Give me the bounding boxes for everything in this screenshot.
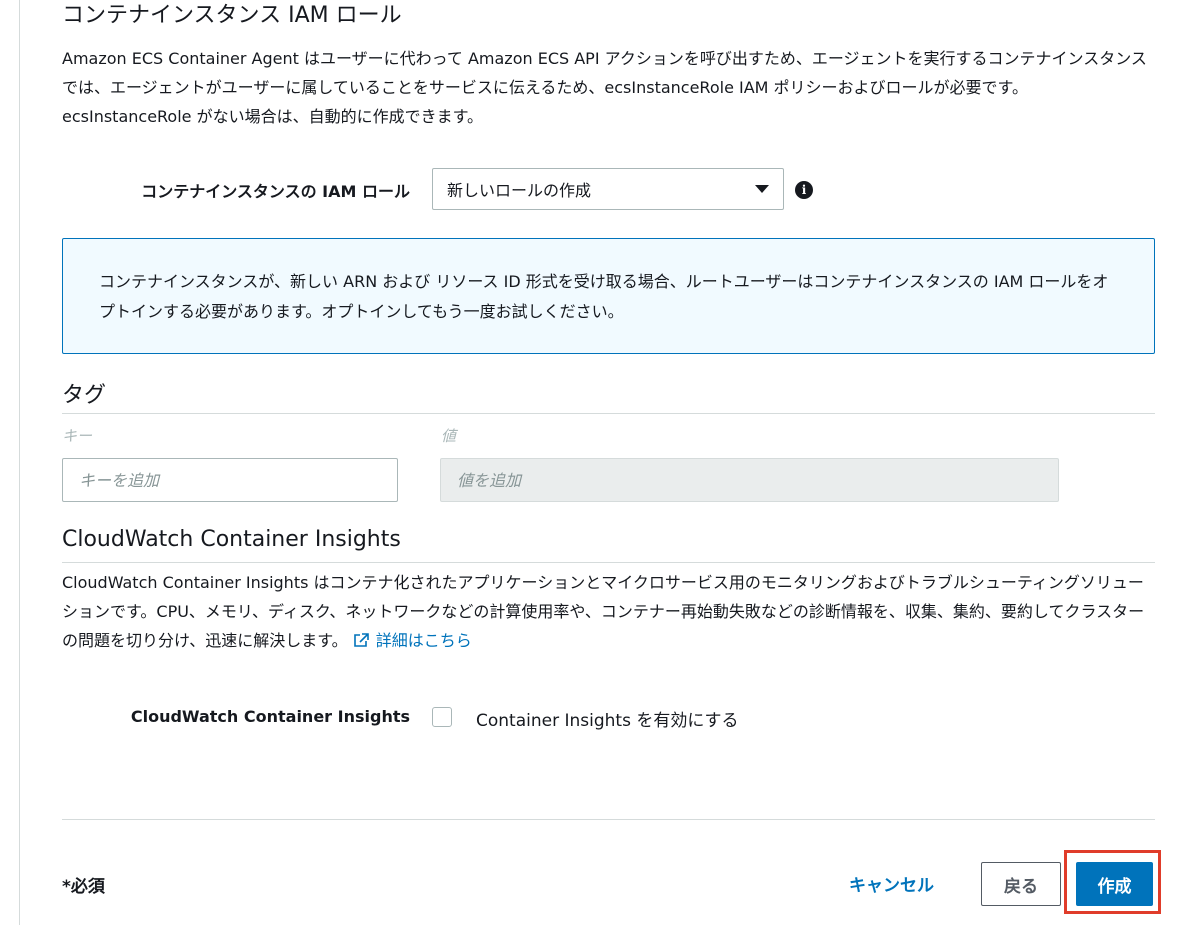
insights-field-label: CloudWatch Container Insights (130, 707, 410, 726)
create-button[interactable]: 作成 (1076, 862, 1153, 906)
iam-section-description: Amazon ECS Container Agent はユーザーに代わって Am… (62, 49, 1147, 126)
back-button[interactable]: 戻る (981, 862, 1061, 906)
caret-down-icon (755, 185, 769, 193)
external-link-icon (353, 633, 369, 647)
insights-divider (62, 562, 1155, 563)
tags-value-column-label: 値 (441, 427, 457, 445)
arn-opt-in-alert: コンテナインスタンスが、新しい ARN および リソース ID 形式を受け取る場… (62, 238, 1155, 354)
enable-insights-label[interactable]: Container Insights を有効にする (476, 706, 739, 731)
iam-role-field-label: コンテナインスタンスの IAM ロール (141, 182, 410, 201)
alert-text: コンテナインスタンスが、新しい ARN および リソース ID 形式を受け取る場… (99, 272, 1109, 321)
iam-role-select[interactable]: 新しいロールの作成 (432, 168, 784, 210)
enable-insights-checkbox[interactable] (432, 707, 452, 727)
insights-description-text: CloudWatch Container Insights はコンテナ化されたア… (62, 573, 1145, 650)
footer-divider (62, 819, 1155, 820)
tags-heading: タグ (62, 383, 107, 408)
tag-key-input[interactable] (62, 458, 398, 502)
content-left-border (19, 0, 20, 925)
iam-role-select-value: 新しいロールの作成 (447, 181, 592, 200)
cancel-button[interactable]: キャンセル (849, 871, 934, 896)
info-icon[interactable]: i (795, 181, 813, 199)
tags-divider (62, 413, 1155, 414)
insights-description: CloudWatch Container Insights はコンテナ化されたア… (62, 568, 1155, 655)
learn-more-label: 詳細はこちら (375, 631, 472, 650)
tags-key-column-label: キー (62, 427, 93, 445)
learn-more-link[interactable]: 詳細はこちら (353, 631, 472, 650)
insights-heading: CloudWatch Container Insights (62, 527, 401, 552)
iam-section-heading: コンテナインスタンス IAM ロール (62, 3, 402, 28)
tag-value-input[interactable] (440, 458, 1059, 502)
required-note: *必須 (62, 877, 105, 897)
